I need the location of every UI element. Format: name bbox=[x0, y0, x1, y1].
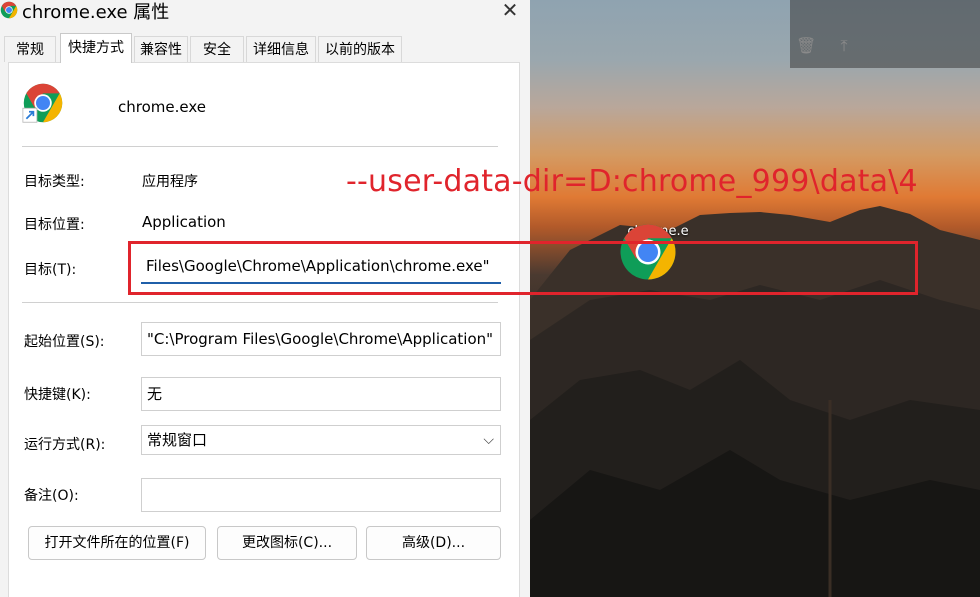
desktop-background: 🗑 ⤒ chrome.e bbox=[530, 0, 980, 597]
shortcut-file-icon bbox=[22, 82, 64, 124]
file-name: chrome.exe bbox=[118, 98, 206, 116]
advanced-button[interactable]: 高级(D)... bbox=[366, 526, 501, 560]
mountain-landscape bbox=[530, 206, 980, 597]
hotkey-input[interactable]: 无 bbox=[141, 377, 501, 411]
chrome-logo-icon bbox=[22, 83, 63, 123]
tab-details[interactable]: 详细信息 bbox=[246, 36, 316, 62]
target-location-label: 目标位置: bbox=[24, 217, 85, 233]
target-type-value: 应用程序 bbox=[142, 174, 198, 190]
tab-security[interactable]: 安全 bbox=[190, 36, 244, 62]
comment-input[interactable] bbox=[141, 478, 501, 512]
target-location-value: Application bbox=[142, 213, 226, 231]
target-type-label: 目标类型: bbox=[24, 174, 85, 190]
change-icon-button[interactable]: 更改图标(C)... bbox=[217, 526, 357, 560]
properties-dialog: chrome.exe 属性 ✕ 常规 快捷方式 兼容性 安全 详细信息 以前的版… bbox=[0, 0, 530, 597]
chevron-down-icon: ⌵ bbox=[483, 432, 494, 448]
target-label: 目标(T): bbox=[24, 262, 77, 278]
tab-previous-versions[interactable]: 以前的版本 bbox=[318, 36, 402, 62]
tab-general[interactable]: 常规 bbox=[4, 36, 56, 62]
divider bbox=[22, 302, 498, 303]
close-icon[interactable]: ✕ bbox=[496, 0, 524, 22]
chrome-logo-icon bbox=[0, 1, 18, 19]
tab-compatibility[interactable]: 兼容性 bbox=[134, 36, 188, 62]
trash-icon[interactable]: 🗑 bbox=[796, 36, 816, 56]
run-mode-select[interactable]: 常规窗口 ⌵ bbox=[141, 425, 501, 455]
start-in-input[interactable]: "C:\Program Files\Google\Chrome\Applicat… bbox=[141, 322, 501, 356]
comment-label: 备注(O): bbox=[24, 488, 79, 504]
annotation-highlight-box bbox=[128, 241, 918, 295]
run-mode-label: 运行方式(R): bbox=[24, 437, 106, 453]
divider bbox=[22, 146, 498, 147]
open-file-location-button[interactable]: 打开文件所在的位置(F) bbox=[28, 526, 206, 560]
window-title: chrome.exe 属性 bbox=[22, 2, 170, 23]
desktop-chrome-shortcut[interactable]: chrome.e bbox=[618, 222, 698, 280]
annotation-text: --user-data-dir=D:chrome_999\data\4 bbox=[346, 164, 918, 199]
hotkey-label: 快捷键(K): bbox=[24, 387, 91, 403]
run-mode-value: 常规窗口 bbox=[147, 431, 208, 449]
pin-icon[interactable]: ⤒ bbox=[834, 36, 854, 56]
start-in-label: 起始位置(S): bbox=[24, 334, 105, 350]
desktop-action-panel: 🗑 ⤒ bbox=[790, 0, 980, 68]
title-bar[interactable]: chrome.exe 属性 ✕ bbox=[0, 0, 530, 24]
tab-shortcut[interactable]: 快捷方式 bbox=[60, 33, 132, 63]
